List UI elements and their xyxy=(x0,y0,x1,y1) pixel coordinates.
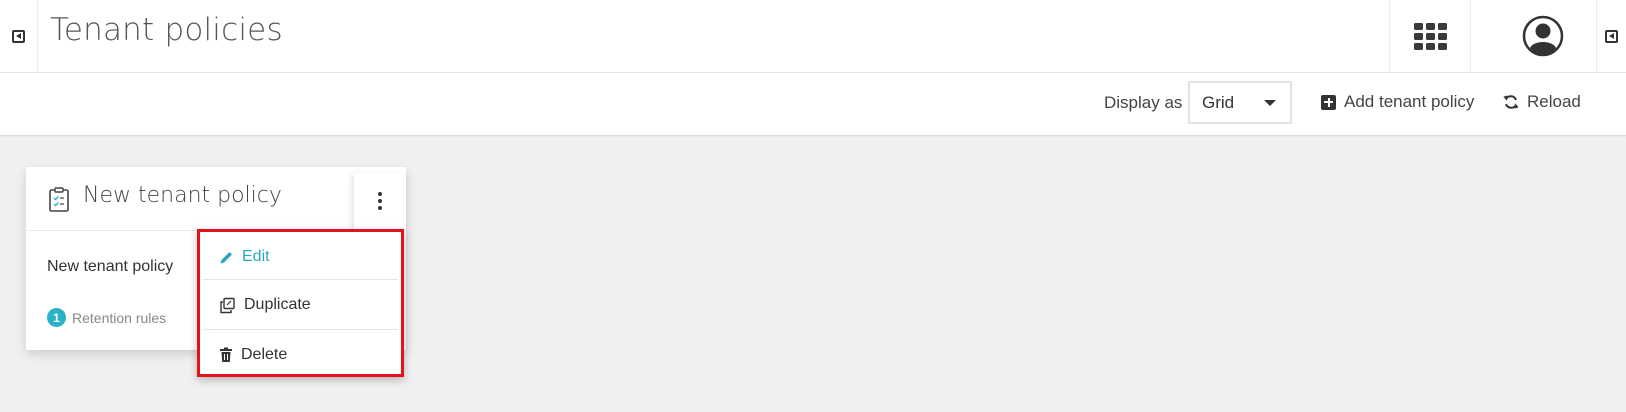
menu-item-edit-label: Edit xyxy=(242,248,270,265)
collapse-left-icon xyxy=(12,29,25,43)
menu-item-delete[interactable]: Delete xyxy=(203,330,398,380)
add-tenant-policy-button[interactable]: Add tenant policy xyxy=(1321,92,1474,112)
reload-label: Reload xyxy=(1527,92,1581,111)
display-as-label: Display as xyxy=(1104,93,1183,112)
add-tenant-policy-label: Add tenant policy xyxy=(1344,92,1475,111)
pencil-icon xyxy=(220,251,232,263)
card-context-menu: Edit Duplicate Delete xyxy=(197,229,404,377)
page-title: Tenant policies xyxy=(50,12,283,48)
duplicate-icon xyxy=(220,297,235,313)
apps-button[interactable] xyxy=(1389,0,1471,72)
menu-item-duplicate[interactable]: Duplicate xyxy=(203,280,398,330)
reload-icon xyxy=(1503,95,1519,109)
display-as-select[interactable]: Grid xyxy=(1188,81,1292,124)
collapse-left-button[interactable] xyxy=(0,0,38,72)
menu-item-duplicate-label: Duplicate xyxy=(244,296,311,313)
user-menu-button[interactable] xyxy=(1519,12,1567,60)
collapse-right-button[interactable] xyxy=(1596,0,1626,72)
toolbar: Display as Grid Add tenant policy Reload xyxy=(0,73,1626,136)
chevron-down-icon xyxy=(1264,100,1276,106)
app-header: Tenant policies xyxy=(0,0,1626,73)
reload-button[interactable]: Reload xyxy=(1503,92,1581,112)
kebab-icon xyxy=(378,192,382,196)
menu-item-delete-label: Delete xyxy=(241,346,288,363)
policy-card-header: New tenant policy xyxy=(26,167,406,231)
menu-item-edit[interactable]: Edit xyxy=(203,232,398,282)
clipboard-icon xyxy=(49,187,69,212)
user-avatar-icon xyxy=(1522,15,1564,57)
policy-card-title: New tenant policy xyxy=(83,183,282,208)
display-as-value: Grid xyxy=(1202,92,1235,112)
retention-count-badge: 1 xyxy=(47,308,66,327)
apps-grid-icon xyxy=(1413,22,1447,50)
card-options-button[interactable] xyxy=(354,173,406,229)
content-area: New tenant policy New tenant policy 1 Re… xyxy=(0,137,1626,412)
retention-rules-label: Retention rules xyxy=(72,309,167,326)
retention-rules-info: 1 Retention rules xyxy=(47,308,166,327)
trash-icon xyxy=(220,347,232,362)
policy-card-description: New tenant policy xyxy=(47,258,174,275)
plus-square-icon xyxy=(1321,94,1336,110)
collapse-right-icon xyxy=(1605,29,1618,43)
